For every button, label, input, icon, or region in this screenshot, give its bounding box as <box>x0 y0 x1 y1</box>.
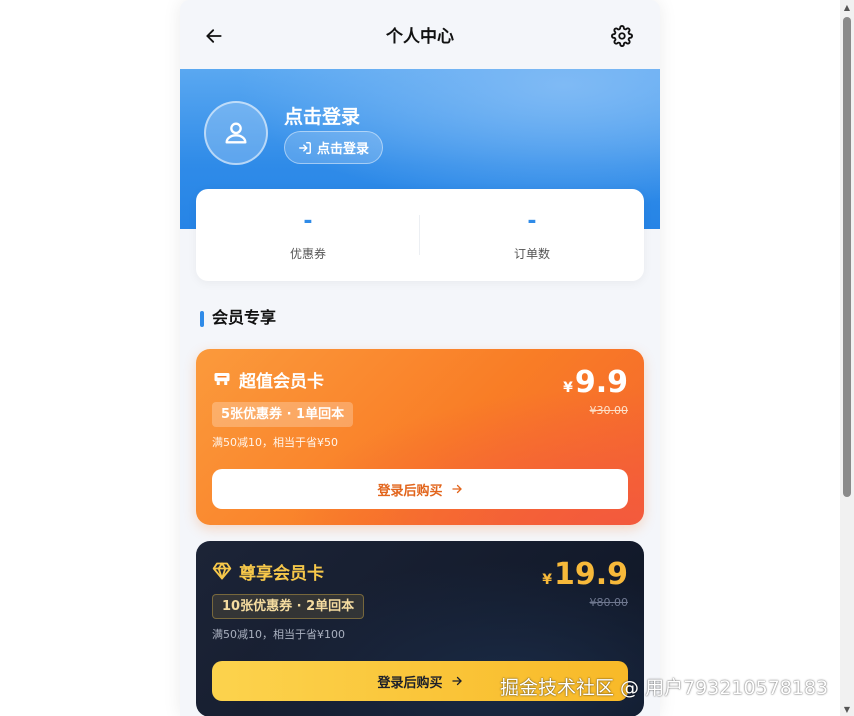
price-currency: ¥ <box>542 572 552 588</box>
stat-coupons[interactable]: - 优惠券 <box>196 189 420 281</box>
ticket-icon <box>214 373 230 385</box>
card-description: 满50减10，相当于省¥100 <box>212 628 345 641</box>
section-title: 会员专享 <box>212 308 277 327</box>
price-currency: ¥ <box>563 380 573 396</box>
card-description: 满50减10，相当于省¥50 <box>212 436 338 449</box>
settings-button[interactable] <box>610 24 634 48</box>
page-title: 个人中心 <box>386 27 454 47</box>
watermark: 掘金技术社区 @ 用户793210578183 <box>500 677 829 699</box>
login-button[interactable]: 点击登录 <box>284 131 384 164</box>
buy-button-label: 登录后购买 <box>377 483 443 499</box>
avatar[interactable] <box>204 101 268 165</box>
stats-card: - 优惠券 - 订单数 <box>196 189 644 281</box>
arrow-right-icon <box>451 484 462 494</box>
stat-label: 订单数 <box>513 247 550 261</box>
price-value: 19.9 <box>553 557 628 592</box>
price-value: 9.9 <box>574 365 628 400</box>
gear-icon <box>611 25 633 47</box>
card-tag: 5张优惠券 · 1单回本 <box>212 402 354 427</box>
original-price: ¥80.00 <box>589 596 629 609</box>
member-card-value[interactable]: 超值会员卡 5张优惠券 · 1单回本 满50减10，相当于省¥50 ¥9.9 ¥… <box>196 349 644 525</box>
stat-value: - <box>527 209 537 234</box>
stat-value: - <box>303 209 313 234</box>
card-icon <box>212 369 232 389</box>
original-price: ¥30.00 <box>589 404 629 417</box>
stat-orders[interactable]: - 订单数 <box>420 189 644 281</box>
login-title[interactable]: 点击登录 <box>284 102 360 129</box>
card-price: ¥9.9 <box>563 365 628 400</box>
buy-button[interactable]: 登录后购买 <box>212 469 628 509</box>
card-title: 超值会员卡 <box>239 372 324 392</box>
login-button-label: 点击登录 <box>317 142 370 157</box>
page-scrollbar[interactable]: ▲ ▼ <box>840 0 854 716</box>
card-title: 尊享会员卡 <box>239 564 324 584</box>
card-icon <box>212 561 232 581</box>
top-nav-bar: 个人中心 <box>180 0 660 69</box>
scroll-up-arrow-icon[interactable]: ▲ <box>840 0 854 14</box>
card-tag: 10张优惠券 · 2单回本 <box>212 594 365 619</box>
stat-label: 优惠券 <box>289 247 326 261</box>
arrow-right-icon <box>451 676 462 686</box>
user-icon <box>225 122 247 144</box>
buy-button-label: 登录后购买 <box>377 675 443 691</box>
scroll-down-arrow-icon[interactable]: ▼ <box>840 702 854 716</box>
login-icon <box>299 141 311 154</box>
phone-frame: 个人中心 点击登录 点击登录 - 优惠券 - 订单数 会员专享 超值会员卡 5张… <box>180 0 660 716</box>
scrollbar-thumb[interactable] <box>843 17 851 497</box>
diamond-icon <box>212 562 232 580</box>
card-price: ¥19.9 <box>542 557 628 592</box>
